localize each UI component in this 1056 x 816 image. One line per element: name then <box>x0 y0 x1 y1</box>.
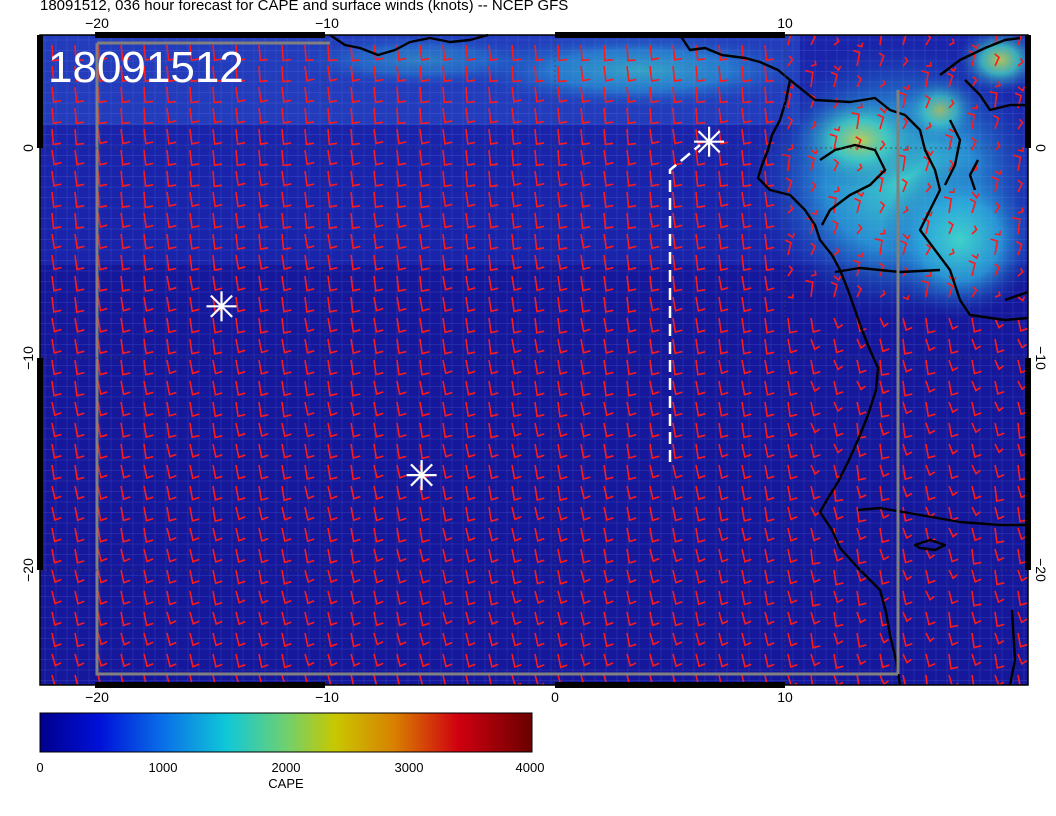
colorbar <box>39 712 533 753</box>
storm-marker-south <box>406 460 437 491</box>
lat-tick-left-2: −10 <box>20 346 36 370</box>
lat-tick-right-1: 0 <box>1033 144 1049 152</box>
date-stamp: 18091512 <box>48 43 244 92</box>
colorbar-tick-2000: 2000 <box>271 760 301 775</box>
lat-tick-left-3: −20 <box>20 558 36 582</box>
lat-tick-right-2: −10 <box>1033 346 1049 370</box>
colorbar-tick-0: 0 <box>36 760 44 775</box>
lat-tick-right-3: −20 <box>1033 558 1049 582</box>
colorbar-title: CAPE <box>268 776 304 791</box>
colorbar-tick-1000: 1000 <box>148 760 178 775</box>
storm-marker-north <box>694 126 725 157</box>
lon-tick-bottom-4: 10 <box>777 689 793 705</box>
colorbar-tick-3000: 3000 <box>394 760 424 775</box>
lon-tick-bottom-3: 0 <box>551 689 559 705</box>
lon-tick-top-1: −20 <box>85 15 109 31</box>
lon-tick-bottom-2: −10 <box>315 689 339 705</box>
storm-marker-west <box>206 291 237 322</box>
lon-tick-top-4: 10 <box>777 15 793 31</box>
lon-tick-top-2: −10 <box>315 15 339 31</box>
lat-tick-left-1: 0 <box>20 144 36 152</box>
lon-tick-bottom-1: −20 <box>85 689 109 705</box>
map-canvas: 18091512 −20 −10 10 −20 −10 0 10 0 −10 −… <box>20 15 1049 753</box>
colorbar-tick-4000: 4000 <box>515 760 545 775</box>
